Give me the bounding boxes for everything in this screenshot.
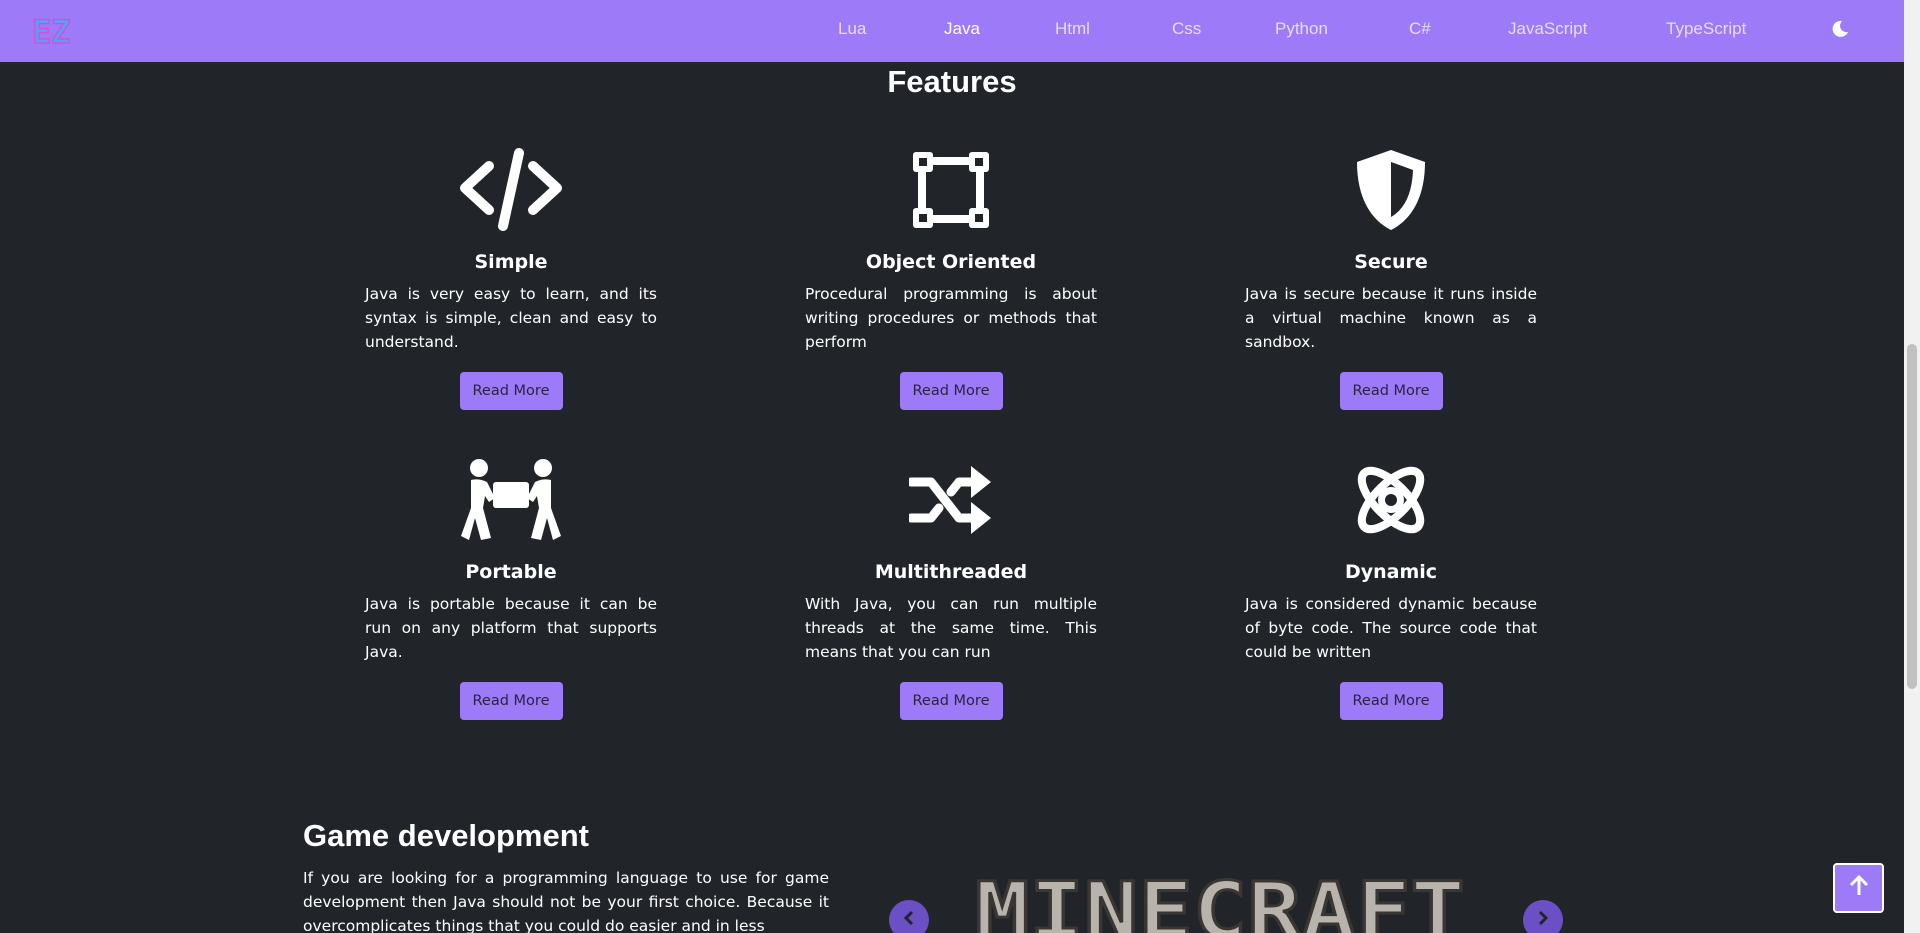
game-development-title: Game development [303,818,589,853]
nav-item-java[interactable]: Java [944,19,980,39]
feature-description: Java is secure because it runs inside a … [1245,285,1537,351]
read-more-button[interactable]: Read More [459,682,563,720]
page-scrollbar[interactable] [1904,0,1920,933]
game-development-text: If you are looking for a programming lan… [303,869,829,933]
feature-title: Portable [465,561,557,583]
nav-item-typescript[interactable]: TypeScript [1666,19,1746,39]
nav-menu: Lua Java Html Css Python C# JavaScript T… [0,0,1904,62]
feature-card: Object Oriented Procedural programming i… [805,148,1097,410]
feature-description: Java is very easy to learn, and its synt… [365,285,657,351]
feature-card: Secure Java is secure because it runs in… [1245,148,1537,410]
nav-item-html[interactable]: Html [1055,19,1090,39]
feature-title: Secure [1354,251,1428,273]
nav-item-css[interactable]: Css [1172,19,1201,39]
chevron-right-icon [1535,910,1551,930]
scrollbar-thumb[interactable] [1907,344,1917,689]
shield-icon [1245,148,1537,232]
chevron-left-icon [901,910,917,930]
nav-item-python[interactable]: Python [1275,19,1328,39]
carousel-image: MINECRAFT [965,868,1475,933]
feature-title: Object Oriented [865,251,1037,273]
read-more-button[interactable]: Read More [459,372,563,410]
features-title: Features [887,64,1017,99]
feature-title: Simple [474,251,548,273]
carousel-prev-button[interactable] [889,900,929,933]
moon-icon[interactable] [1830,19,1850,39]
feature-card: Multithreaded With Java, you can run mul… [805,458,1097,720]
shuffle-icon [805,458,1097,542]
feature-card: Dynamic Java is considered dynamic becau… [1245,458,1537,720]
scroll-to-top-button[interactable] [1833,863,1884,913]
feature-description: With Java, you can run multiple threads … [805,595,1097,661]
nav-item-javascript[interactable]: JavaScript [1508,19,1587,39]
navbar: EZ Lua Java Html Css Python C# JavaScrip… [0,0,1904,62]
vector-square-icon [805,148,1097,232]
page: EZ Lua Java Html Css Python C# JavaScrip… [0,0,1920,933]
read-more-button[interactable]: Read More [1339,682,1443,720]
read-more-button[interactable]: Read More [899,682,1003,720]
feature-card: Portable Java is portable because it can… [365,458,657,720]
feature-card: Simple Java is very easy to learn, and i… [365,148,657,410]
nav-item-csharp[interactable]: C# [1409,19,1431,39]
read-more-button[interactable]: Read More [899,372,1003,410]
feature-description: Procedural programming is about writing … [805,285,1097,351]
people-carry-icon [365,458,657,542]
read-more-button[interactable]: Read More [1339,372,1443,410]
svg-text:MINECRAFT: MINECRAFT [975,868,1465,933]
atom-icon [1245,458,1537,542]
feature-description: Java is considered dynamic because of by… [1245,595,1537,661]
feature-title: Dynamic [1344,561,1438,583]
nav-item-lua[interactable]: Lua [838,19,866,39]
code-icon [365,148,657,232]
carousel-next-button[interactable] [1523,900,1563,933]
arrow-up-icon [1848,874,1870,901]
feature-title: Multithreaded [874,561,1028,583]
feature-description: Java is portable because it can be run o… [365,595,657,661]
